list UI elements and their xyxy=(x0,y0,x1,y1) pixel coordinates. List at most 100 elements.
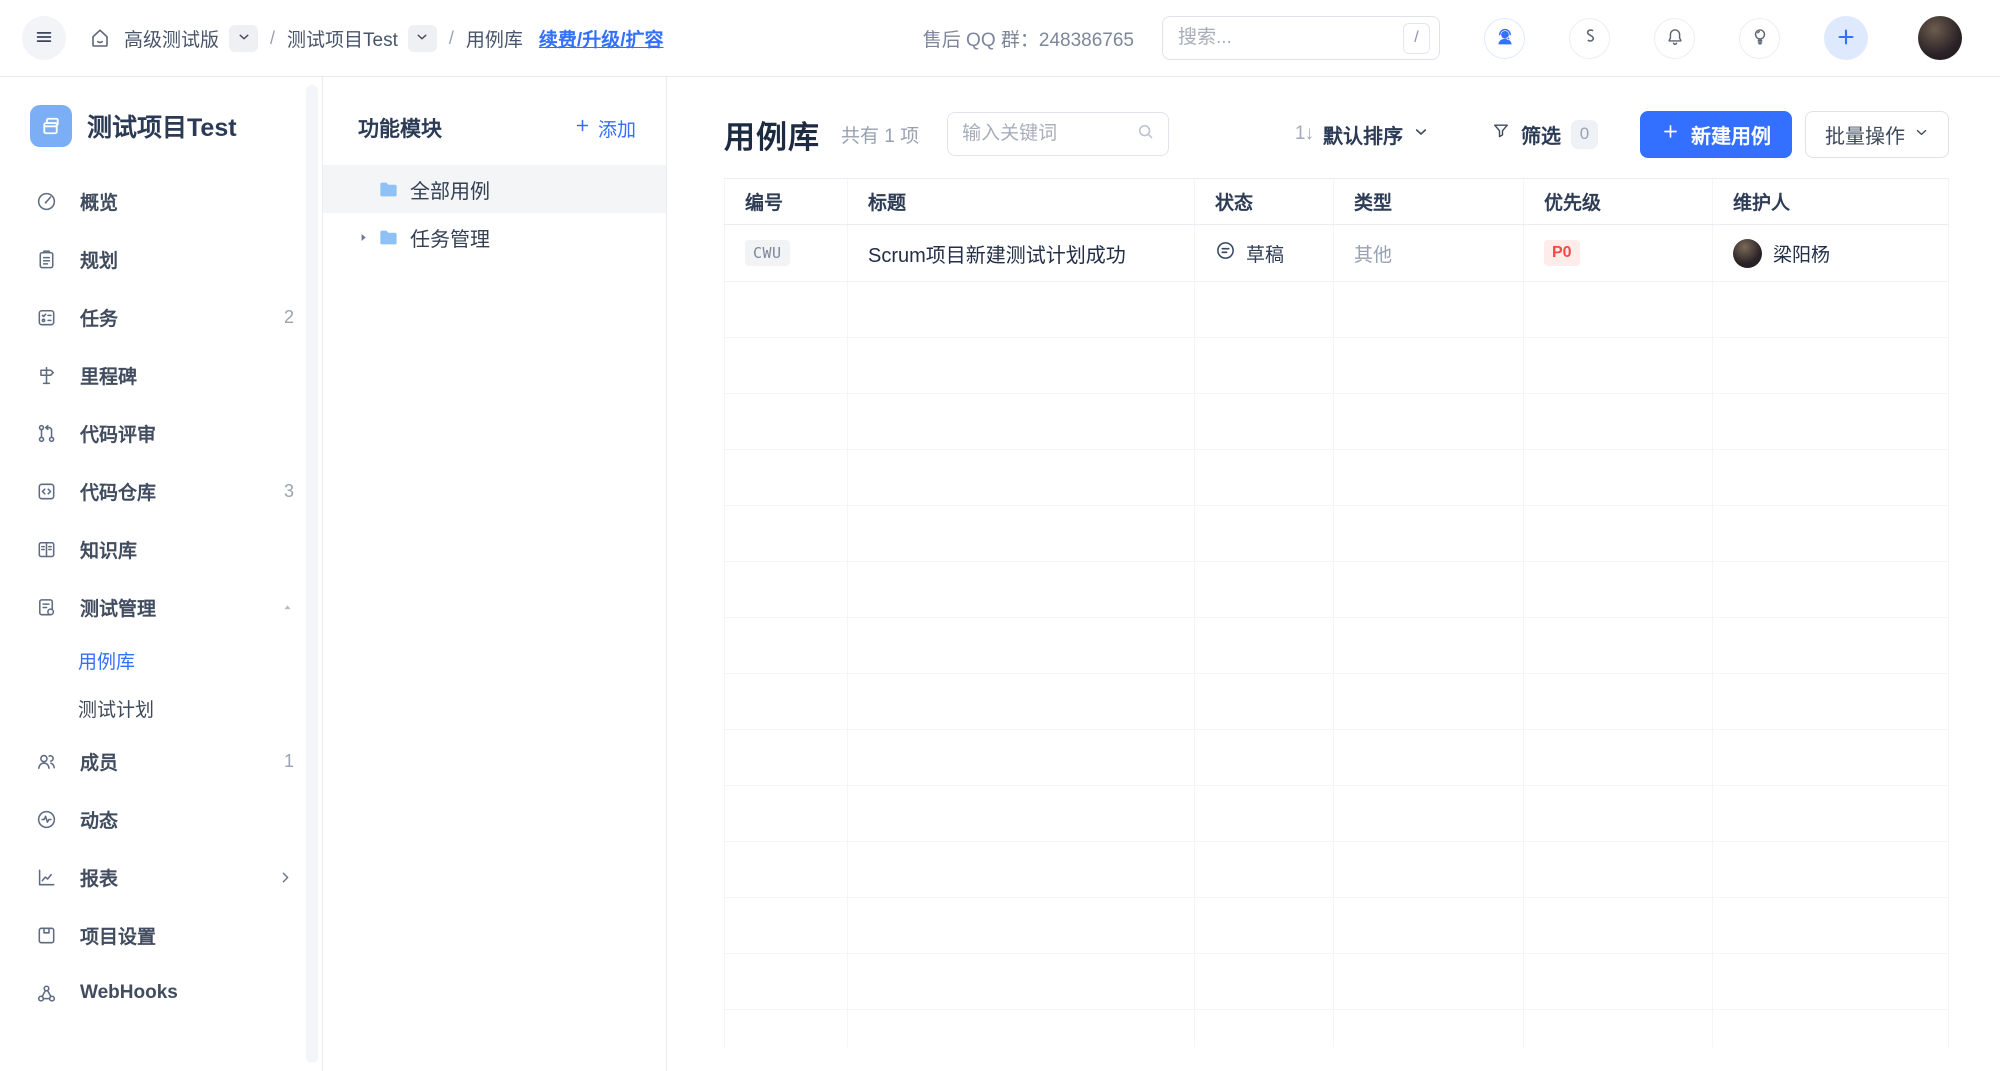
module-tree: 全部用例任务管理 xyxy=(323,165,666,261)
sidebar-item-webhooks[interactable]: WebHooks xyxy=(0,964,322,1022)
table-empty-row xyxy=(724,898,1949,954)
empty-cell xyxy=(724,450,848,505)
filter-label: 筛选 xyxy=(1521,125,1561,148)
sidebar-subitem-test-plans[interactable]: 测试计划 xyxy=(0,684,322,732)
column-header-type: 类型 xyxy=(1334,179,1524,224)
module-item-all-cases[interactable]: 全部用例 xyxy=(323,165,666,213)
count-badge: 3 xyxy=(283,480,294,501)
tips-button[interactable] xyxy=(1739,17,1780,59)
home-icon[interactable] xyxy=(88,26,112,50)
sidebar-item-test-management[interactable]: 测试管理 xyxy=(0,578,322,636)
column-header-owner: 维护人 xyxy=(1713,179,1949,224)
empty-cell xyxy=(848,730,1195,785)
hamburger-icon xyxy=(33,26,55,51)
project-header[interactable]: 测试项目Test xyxy=(0,96,322,156)
plus-icon xyxy=(1835,26,1857,51)
empty-cell xyxy=(1334,1010,1524,1047)
sidebar-item-tasks[interactable]: 任务 2 xyxy=(0,288,322,346)
empty-cell xyxy=(848,618,1195,673)
expand-caret-icon[interactable] xyxy=(357,231,377,244)
keyword-search-input[interactable] xyxy=(962,123,1136,145)
sidebar-item-milestones[interactable]: 里程碑 xyxy=(0,346,322,404)
content-area: 测试项目Test 概览 规划 任务 2 里程碑 代码评审 代码仓库 3 知识库 测试管理 用例库 测试… xyxy=(0,77,2000,1071)
notifications-button[interactable] xyxy=(1654,17,1695,59)
user-avatar[interactable] xyxy=(1918,16,1962,60)
priority-badge: P0 xyxy=(1544,240,1580,266)
empty-cell xyxy=(848,898,1195,953)
empty-cell xyxy=(1713,506,1949,561)
test-doc-icon xyxy=(34,595,58,619)
sidebar-item-wiki[interactable]: 知识库 xyxy=(0,520,322,578)
sidebar-item-activity[interactable]: 动态 xyxy=(0,790,322,848)
plus-icon xyxy=(1661,122,1680,147)
sort-control[interactable]: 1↓ 默认排序 xyxy=(1295,120,1429,149)
filter-control[interactable]: 筛选 0 xyxy=(1491,119,1598,149)
sidebar-item-reports[interactable]: 报表 xyxy=(0,848,322,906)
table-empty-row xyxy=(724,674,1949,730)
table-header: 编号 标题 状态 类型 优先级 维护人 xyxy=(724,178,1949,225)
hamburger-menu-button[interactable] xyxy=(22,16,66,60)
project-switcher-button[interactable] xyxy=(407,24,437,52)
empty-cell xyxy=(1713,338,1949,393)
sidebar-scrollbar[interactable] xyxy=(306,85,318,1063)
members-icon xyxy=(34,749,58,773)
sidebar-item-label: 动态 xyxy=(80,810,119,832)
table-empty-row xyxy=(724,954,1949,1010)
empty-cell xyxy=(848,506,1195,561)
create-new-button[interactable] xyxy=(1824,16,1868,60)
breadcrumb-org[interactable]: 高级测试版 xyxy=(124,25,219,52)
empty-cell xyxy=(1195,954,1334,1009)
table-row[interactable]: CWU Scrum项目新建测试计划成功 草稿 其他 P0 梁阳杨 xyxy=(724,225,1949,282)
sidebar-item-label: 代码仓库 xyxy=(80,482,157,504)
chevron-down-icon xyxy=(415,30,429,47)
sidebar-item-planning[interactable]: 规划 xyxy=(0,230,322,288)
global-search-box[interactable]: / xyxy=(1162,16,1440,60)
empty-cell xyxy=(1713,954,1949,1009)
main-content: 用例库 共有 1 项 1↓ 默认排序 xyxy=(667,77,2000,1071)
sidebar-item-label: 概览 xyxy=(80,192,119,214)
empty-cell xyxy=(1334,562,1524,617)
empty-cell xyxy=(1195,842,1334,897)
breadcrumb-separator: / xyxy=(270,27,276,48)
sidebar-item-members[interactable]: 成员 1 xyxy=(0,732,322,790)
breadcrumb-project[interactable]: 测试项目Test xyxy=(287,25,398,52)
customer-service-button[interactable] xyxy=(1484,17,1525,59)
case-title[interactable]: Scrum项目新建测试计划成功 xyxy=(868,239,1126,268)
sidebar-item-code-review[interactable]: 代码评审 xyxy=(0,404,322,462)
page-title: 用例库 xyxy=(724,119,820,155)
empty-cell xyxy=(848,282,1195,337)
sidebar-item-code-repo[interactable]: 代码仓库 3 xyxy=(0,462,322,520)
batch-actions-label: 批量操作 xyxy=(1825,125,1905,148)
empty-cell xyxy=(1524,674,1713,729)
count-badge: 2 xyxy=(283,306,294,327)
bell-icon xyxy=(1664,26,1686,51)
sidebar-item-label: WebHooks xyxy=(80,982,178,1003)
sidebar-subitem-case-library[interactable]: 用例库 xyxy=(0,636,322,684)
empty-cell xyxy=(1334,338,1524,393)
global-search-input[interactable] xyxy=(1178,27,1403,49)
cell-title[interactable]: Scrum项目新建测试计划成功 xyxy=(848,225,1195,281)
empty-cell xyxy=(848,450,1195,505)
chevron-down-icon xyxy=(237,30,251,47)
empty-cell xyxy=(1524,282,1713,337)
empty-cell xyxy=(1195,282,1334,337)
upgrade-link[interactable]: 续费/升级/扩容 xyxy=(539,25,664,52)
module-item-task-management[interactable]: 任务管理 xyxy=(323,213,666,261)
batch-actions-button[interactable]: 批量操作 xyxy=(1805,110,1949,158)
sidebar-item-overview[interactable]: 概览 xyxy=(0,172,322,230)
integrations-button[interactable] xyxy=(1569,17,1610,59)
org-switcher-button[interactable] xyxy=(229,24,259,52)
empty-cell xyxy=(1195,562,1334,617)
keyword-search-box[interactable] xyxy=(947,112,1170,156)
sidebar-nav: 概览规划 任务 2 里程碑 代码评审代码仓库 3 知识库 测试管理 用例库 测试计划 成员 1 动态报表… xyxy=(0,172,322,1022)
new-case-button[interactable]: 新建用例 xyxy=(1640,110,1792,158)
project-icon xyxy=(30,105,72,147)
empty-cell xyxy=(848,954,1195,1009)
sidebar-item-project-settings[interactable]: 项目设置 xyxy=(0,906,322,964)
empty-cell xyxy=(848,786,1195,841)
add-module-button[interactable]: 添加 xyxy=(574,115,636,142)
headset-person-icon xyxy=(1494,26,1516,51)
module-item-label: 任务管理 xyxy=(410,228,490,251)
empty-cell xyxy=(1334,842,1524,897)
empty-cell xyxy=(1195,394,1334,449)
